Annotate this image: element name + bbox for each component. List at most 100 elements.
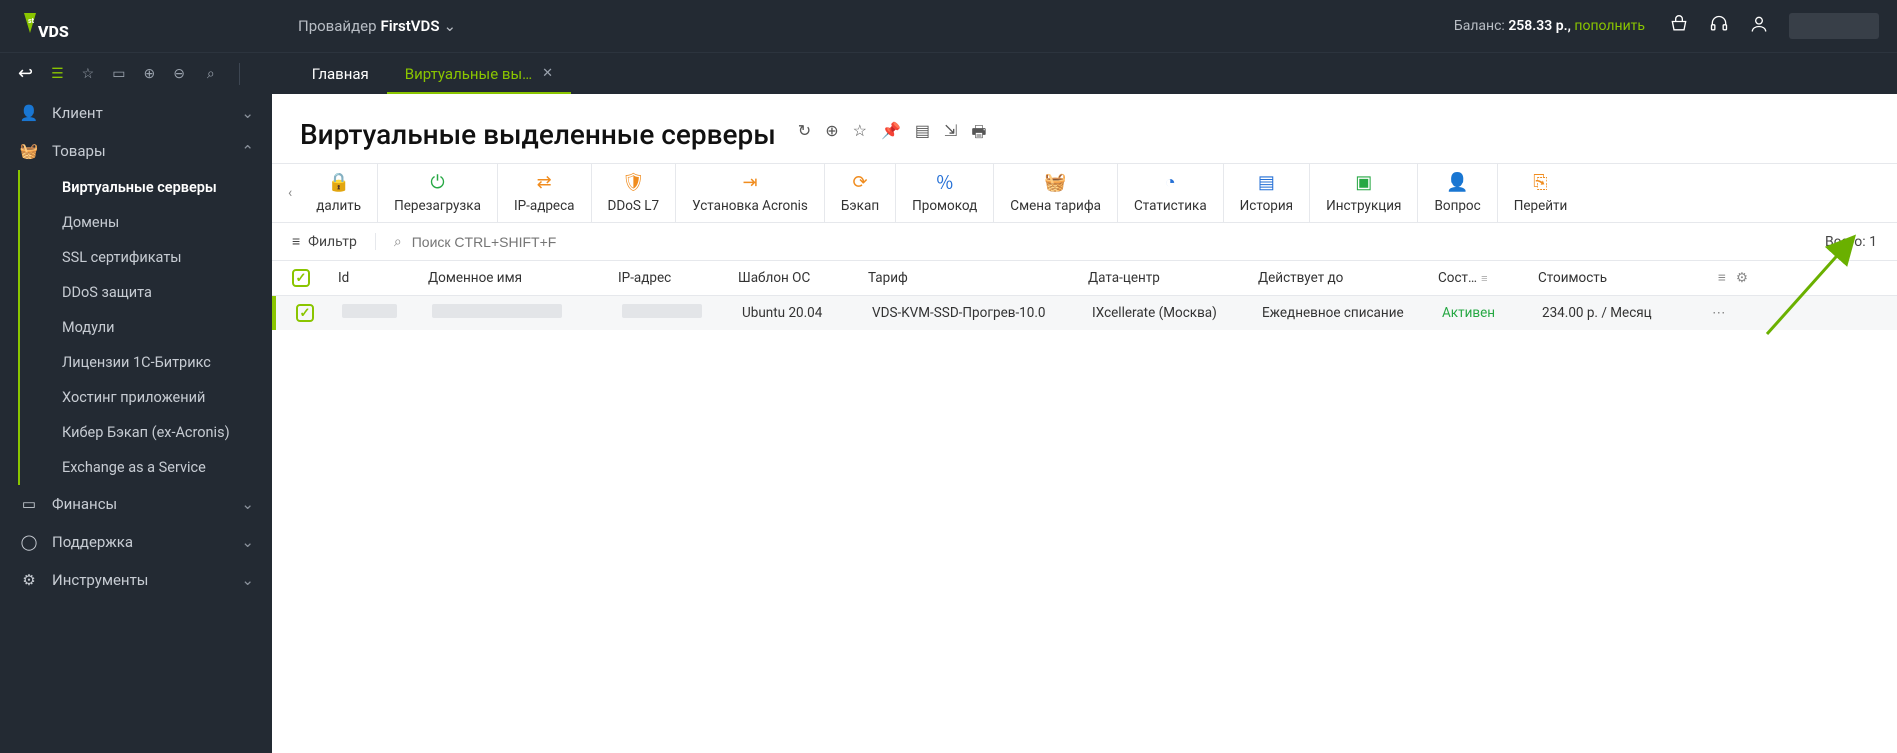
globe-icon[interactable]: ⊕	[825, 121, 838, 148]
history-icon: ▤	[1258, 170, 1275, 194]
minus-circle-icon[interactable]: ⊖	[173, 66, 185, 82]
col-domain[interactable]: Доменное имя	[428, 270, 618, 286]
sidebar-item-exchange[interactable]: Exchange as a Service	[54, 450, 272, 485]
close-icon[interactable]: ✕	[542, 66, 553, 81]
cell-ip	[622, 304, 702, 318]
cell-os: Ubuntu 20.04	[742, 305, 872, 321]
row-more-icon[interactable]: ⋯	[1712, 305, 1752, 321]
title-actions: ↻ ⊕ ☆ 📌 ▤ ⇲ 🖶	[798, 121, 987, 148]
export-icon[interactable]: ▤	[915, 121, 930, 148]
user-icon[interactable]	[1749, 14, 1769, 38]
user-menu[interactable]	[1789, 13, 1879, 39]
col-tariff[interactable]: Тариф	[868, 270, 1088, 286]
search-icon[interactable]: ⌕	[207, 66, 215, 82]
power-icon: ⏻	[430, 170, 444, 194]
toolbar-prev[interactable]: ‹	[280, 164, 300, 222]
tb-question[interactable]: 👤Вопрос	[1418, 164, 1497, 222]
download-icon[interactable]: ⇲	[944, 121, 957, 148]
shield-icon: 🛡	[622, 170, 645, 194]
piechart-icon: ◔	[1165, 170, 1176, 194]
total: Всего: 1	[1825, 234, 1877, 250]
sidebar-item-modules[interactable]: Модули	[54, 310, 272, 345]
star-icon[interactable]: ☆	[82, 66, 95, 82]
tb-backup[interactable]: ⟳Бэкап	[825, 164, 896, 222]
cell-id	[342, 304, 397, 318]
table-row[interactable]: Ubuntu 20.04 VDS-KVM-SSD-Прогрев-10.0 IX…	[272, 296, 1897, 330]
install-icon: ⇥	[742, 170, 757, 194]
basket-icon[interactable]	[1669, 14, 1689, 38]
checkbox-all[interactable]	[292, 269, 310, 287]
cell-cost: 234.00 р. / Месяц	[1542, 305, 1712, 321]
nav-label: Товары	[52, 142, 106, 160]
tree-icon[interactable]: ☰	[51, 66, 64, 82]
logo[interactable]: st VDS	[18, 11, 78, 41]
sidebar-item-hosting[interactable]: Хостинг приложений	[54, 380, 272, 415]
refresh-icon[interactable]: ↻	[798, 121, 811, 148]
search-input[interactable]	[412, 234, 812, 250]
topbar: st VDS Провайдер FirstVDS ⌄ Баланс: 258.…	[0, 0, 1897, 52]
col-status[interactable]: Сост… ≡	[1438, 270, 1538, 286]
topup-link[interactable]: пополнить	[1574, 18, 1645, 34]
search-box[interactable]: ⌕	[376, 234, 1825, 250]
headset-icon: ◯	[18, 533, 40, 551]
col-cost[interactable]: Стоимость	[1538, 270, 1708, 286]
secondbar: ↩ ☰ ☆ ▭ ⊕ ⊖ ⌕ Главная Виртуальные вы… ✕	[0, 52, 1897, 94]
svg-text:st: st	[28, 17, 35, 25]
nav-products[interactable]: 🧺 Товары ⌃	[0, 132, 272, 170]
tb-delete[interactable]: 🔒далить	[300, 164, 378, 222]
tb-history[interactable]: ▤История	[1224, 164, 1310, 222]
col-id[interactable]: Id	[338, 270, 428, 286]
plus-circle-icon[interactable]: ⊕	[143, 66, 155, 82]
gear-icon[interactable]: ⚙	[1736, 270, 1748, 286]
sidebar-item-domains[interactable]: Домены	[54, 205, 272, 240]
tab-main[interactable]: Главная	[294, 53, 387, 94]
chevron-down-icon: ⌄	[241, 495, 254, 513]
sidebar-item-vds[interactable]: Виртуальные серверы	[54, 170, 272, 205]
tb-reboot[interactable]: ⏻Перезагрузка	[378, 164, 498, 222]
question-icon: 👤	[1446, 170, 1468, 194]
nav-client[interactable]: 👤 Клиент ⌄	[0, 94, 272, 132]
col-expires[interactable]: Действует до	[1258, 270, 1438, 286]
columns-menu-icon[interactable]: ≡	[1718, 270, 1726, 286]
sidebar-item-ddos[interactable]: DDoS защита	[54, 275, 272, 310]
tb-goto[interactable]: ⎘Перейти	[1498, 164, 1584, 222]
provider-name: FirstVDS	[381, 17, 440, 35]
percent-icon: ％	[936, 170, 954, 194]
print-icon[interactable]: 🖶	[971, 121, 986, 148]
sidebar-item-ssl[interactable]: SSL сертификаты	[54, 240, 272, 275]
nav-support[interactable]: ◯ Поддержка ⌄	[0, 523, 272, 561]
star-icon[interactable]: ☆	[853, 121, 867, 148]
pin-icon[interactable]: 📌	[881, 121, 901, 148]
back-icon[interactable]: ↩	[18, 63, 33, 84]
sidebar-item-bitrix[interactable]: Лицензии 1С-Битрикс	[54, 345, 272, 380]
cell-status: Активен	[1442, 305, 1542, 321]
main: Виртуальные выделенные серверы ↻ ⊕ ☆ 📌 ▤…	[272, 94, 1897, 753]
nav-tools[interactable]: ⚙ Инструменты ⌄	[0, 561, 272, 599]
col-os[interactable]: Шаблон ОС	[738, 270, 868, 286]
tb-ddos[interactable]: 🛡DDoS L7	[592, 164, 677, 222]
headset-icon[interactable]	[1709, 14, 1729, 38]
filter-button[interactable]: ≡ Фильтр	[292, 233, 376, 250]
tb-promo[interactable]: ％Промокод	[896, 164, 994, 222]
network-icon: ⇄	[537, 170, 552, 194]
cell-domain	[432, 304, 562, 318]
page-title: Виртуальные выделенные серверы	[300, 118, 776, 151]
nav-label: Поддержка	[52, 533, 133, 551]
col-dc[interactable]: Дата-центр	[1088, 270, 1258, 286]
tb-ip[interactable]: ⇄IP-адреса	[498, 164, 592, 222]
tb-tariff[interactable]: 🧺Смена тарифа	[994, 164, 1118, 222]
tab-vds[interactable]: Виртуальные вы… ✕	[387, 53, 571, 94]
tb-acronis[interactable]: ⇥Установка Acronis	[676, 164, 825, 222]
balance-value: 258.33 р.,	[1508, 18, 1571, 34]
nav-label: Клиент	[52, 104, 103, 122]
tb-instr[interactable]: ▣Инструкция	[1310, 164, 1418, 222]
nav-finance[interactable]: ▭ Финансы ⌄	[0, 485, 272, 523]
cell-expires: Ежедневное списание	[1262, 305, 1442, 321]
sidebar-item-acronis[interactable]: Кибер Бэкап (ex-Acronis)	[54, 415, 272, 450]
briefcase-icon[interactable]: ▭	[112, 66, 125, 82]
tb-stats[interactable]: ◔Статистика	[1118, 164, 1224, 222]
checkbox-row[interactable]	[296, 304, 314, 322]
provider-selector[interactable]: Провайдер FirstVDS ⌄	[298, 17, 456, 35]
basket-icon: 🧺	[18, 142, 40, 160]
col-ip[interactable]: IP-адрес	[618, 270, 738, 286]
